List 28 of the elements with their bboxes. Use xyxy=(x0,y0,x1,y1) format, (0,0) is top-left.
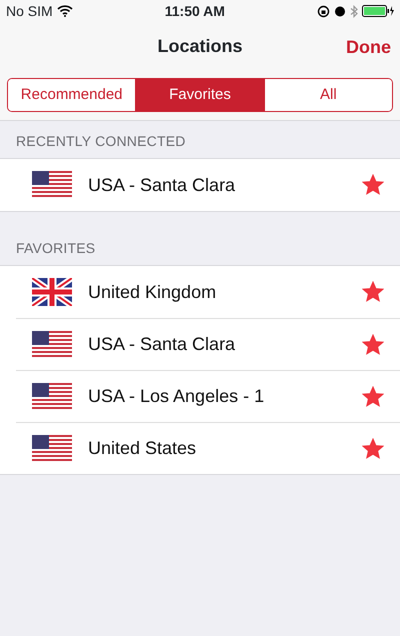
location-name[interactable]: United States xyxy=(88,435,362,462)
star-icon[interactable] xyxy=(362,386,384,408)
flag-icon xyxy=(32,382,72,410)
screen-title: Locations xyxy=(157,34,242,58)
location-name[interactable]: USA - Los Angeles - 1 xyxy=(88,383,362,410)
flag-icon xyxy=(32,171,72,199)
section-header: RECENTLY CONNECTED xyxy=(15,132,187,151)
wifi-icon xyxy=(56,5,73,17)
star-icon[interactable] xyxy=(362,281,384,303)
segment-tab[interactable]: All xyxy=(264,79,392,111)
flag-icon xyxy=(32,330,72,358)
flag-icon xyxy=(32,278,72,306)
location-name[interactable]: USA - Santa Clara xyxy=(88,331,362,358)
segment-tab[interactable]: Favorites xyxy=(135,79,264,111)
star-icon[interactable] xyxy=(362,334,384,356)
clock-text: 11:50 AM xyxy=(164,2,225,20)
battery-icon xyxy=(362,5,394,17)
location-name[interactable]: United Kingdom xyxy=(88,278,362,306)
bluetooth-icon xyxy=(350,4,358,18)
done-button[interactable]: Done xyxy=(346,34,391,61)
star-icon[interactable] xyxy=(362,174,384,196)
alarm-icon xyxy=(334,5,346,17)
carrier-text: No SIM xyxy=(6,2,53,20)
segment-tab[interactable]: Recommended xyxy=(8,79,136,111)
star-icon[interactable] xyxy=(362,438,384,460)
flag-icon xyxy=(32,434,72,462)
rotation-lock-icon xyxy=(317,4,330,18)
section-header: FAVORITES xyxy=(15,239,96,258)
